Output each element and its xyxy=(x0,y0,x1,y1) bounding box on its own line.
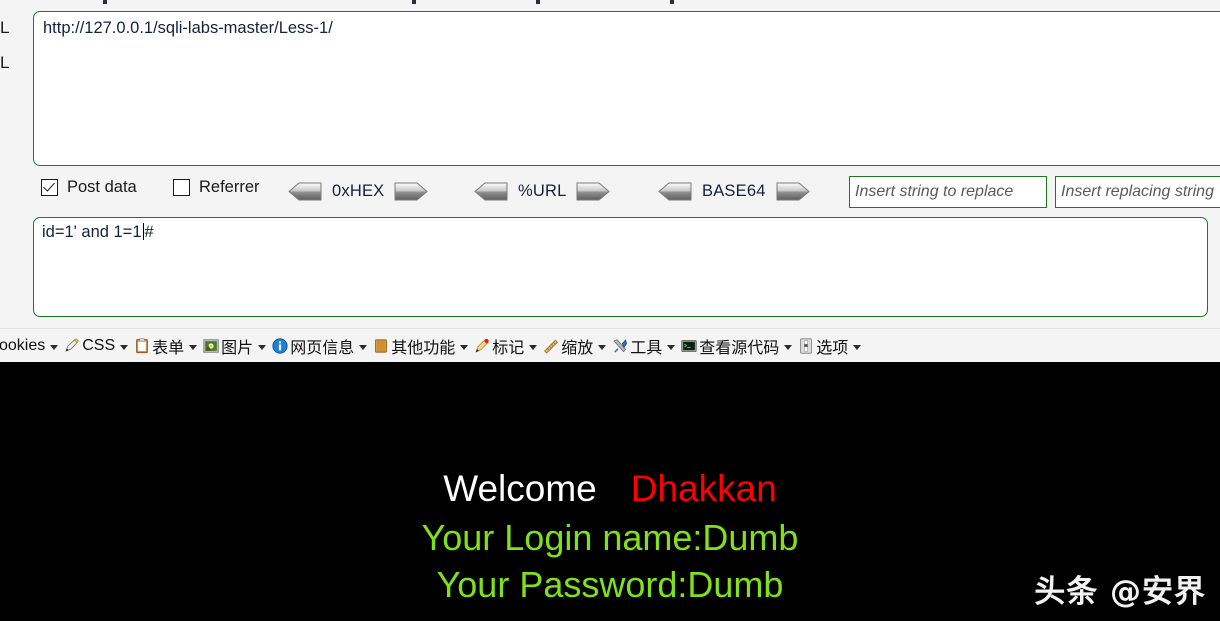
toolbar-item-zoom[interactable]: 缩放 xyxy=(540,331,609,361)
referrer-checkbox[interactable]: Referrer xyxy=(173,178,260,197)
sqli-lab-result: Welcome Dhakkan Your Login name:Dumb Your… xyxy=(0,362,1220,621)
hex-decode-arrow-icon[interactable] xyxy=(288,182,322,201)
hex-encode-arrow-icon[interactable] xyxy=(394,182,429,201)
post-data-checkbox-box[interactable] xyxy=(41,179,58,196)
url-encode-arrow-icon[interactable] xyxy=(576,182,611,201)
replace-search-input[interactable] xyxy=(849,176,1047,208)
screenshot-root: L L Post data Referrer xyxy=(0,0,1220,621)
toolbar-item-forms[interactable]: 表单 xyxy=(131,331,200,361)
wrench-screwdriver-icon xyxy=(613,339,628,353)
toolbar-item-cookies[interactable]: ookies xyxy=(0,331,61,361)
encoder-label-url: %URL xyxy=(518,181,567,200)
toolbar-label-other-features: 其他功能 xyxy=(391,340,456,357)
encoder-group-base64: BASE64 xyxy=(658,177,810,205)
text-caret xyxy=(142,223,144,240)
toolbar-label-view-source: 查看源代码 xyxy=(699,340,780,357)
toolbar-item-page-info[interactable]: 网页信息 xyxy=(269,331,370,361)
post-data-checkbox-label: Post data xyxy=(67,178,137,196)
toolbar-label-images: 图片 xyxy=(221,340,254,357)
chevron-down-icon[interactable] xyxy=(598,345,607,350)
chevron-down-icon[interactable] xyxy=(667,345,676,350)
toolbar-label-cookies: ookies xyxy=(0,337,46,354)
options-icon xyxy=(800,338,813,354)
toolbar-item-view-source[interactable]: 查看源代码 xyxy=(678,331,795,361)
clipboard-icon xyxy=(136,338,149,354)
web-developer-toolbar: ookies CSS 表单 图片 网页信息 其他功能 标记 缩放 工具 查看源代… xyxy=(0,328,1220,363)
pencil-red-icon xyxy=(475,338,489,353)
chevron-down-icon[interactable] xyxy=(120,345,129,350)
replace-with-input[interactable] xyxy=(1055,176,1220,208)
chevron-down-icon[interactable] xyxy=(784,345,793,350)
post-data-checkbox[interactable]: Post data xyxy=(41,178,137,197)
post-data-text-before-caret: id=1' and 1=1 xyxy=(42,223,142,241)
encoder-label-base64: BASE64 xyxy=(702,181,766,200)
watermark: 头条 @安界 xyxy=(1034,574,1206,610)
clipped-row-above xyxy=(0,0,1220,6)
page-viewport: Welcome Dhakkan Your Login name:Dumb Your… xyxy=(0,362,1220,621)
chevron-down-icon[interactable] xyxy=(529,345,538,350)
toolbar-item-tools[interactable]: 工具 xyxy=(609,331,678,361)
referrer-checkbox-label: Referrer xyxy=(199,178,260,196)
url-row-label-2: L xyxy=(0,53,10,72)
picture-icon xyxy=(203,339,219,353)
toolbar-label-options: 选项 xyxy=(816,340,849,357)
welcome-username: Dhakkan xyxy=(630,468,777,509)
terminal-icon xyxy=(681,340,697,352)
chevron-down-icon[interactable] xyxy=(50,345,59,350)
info-circle-icon xyxy=(272,338,288,354)
toolbar-item-other-features[interactable]: 其他功能 xyxy=(370,331,471,361)
encoder-label-hex: 0xHEX xyxy=(332,181,385,200)
chevron-down-icon[interactable] xyxy=(189,345,198,350)
welcome-line: Welcome Dhakkan xyxy=(0,470,1220,507)
base64-decode-arrow-icon[interactable] xyxy=(658,182,692,201)
post-data-text-after-caret: # xyxy=(144,223,154,241)
pencil-css-icon xyxy=(65,338,80,352)
welcome-text: Welcome xyxy=(443,468,597,509)
url-row-label-1: L xyxy=(0,18,10,37)
chevron-down-icon[interactable] xyxy=(460,345,469,350)
chevron-down-icon[interactable] xyxy=(359,345,368,350)
toolbar-item-css[interactable]: CSS xyxy=(61,331,131,361)
toolbar-item-images[interactable]: 图片 xyxy=(200,331,269,361)
referrer-checkbox-box[interactable] xyxy=(173,179,190,196)
url-input[interactable] xyxy=(33,11,1220,166)
base64-encode-arrow-icon[interactable] xyxy=(776,182,810,201)
ruler-icon xyxy=(544,339,559,354)
hackbar-panel: L L Post data Referrer xyxy=(0,0,1220,362)
toolbar-label-zoom: 缩放 xyxy=(561,340,594,357)
toolbar-item-options[interactable]: 选项 xyxy=(795,331,864,361)
login-name-line: Your Login name:Dumb xyxy=(421,517,799,558)
toolbar-label-tools: 工具 xyxy=(630,340,663,357)
encoder-group-url: %URL xyxy=(474,177,611,205)
encoder-group-hex: 0xHEX xyxy=(288,177,429,205)
toolbar-label-forms: 表单 xyxy=(152,340,185,357)
chevron-down-icon[interactable] xyxy=(258,345,267,350)
toolbar-item-markup[interactable]: 标记 xyxy=(471,331,540,361)
chevron-down-icon[interactable] xyxy=(853,345,862,350)
toolbar-label-css: CSS xyxy=(82,337,116,354)
url-decode-arrow-icon[interactable] xyxy=(474,182,508,201)
toolbar-label-page-info: 网页信息 xyxy=(290,340,355,357)
post-data-input[interactable]: id=1' and 1=1 # xyxy=(33,217,1208,317)
toolbar-label-markup: 标记 xyxy=(492,340,525,357)
book-icon xyxy=(375,339,388,353)
